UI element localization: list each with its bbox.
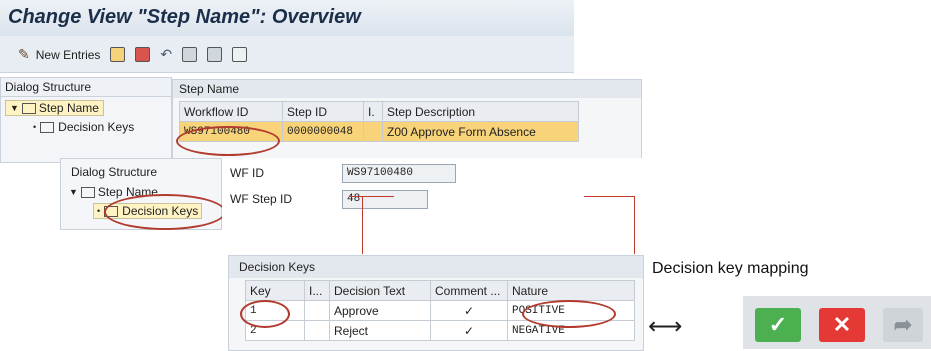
- table-title: Decision Keys: [229, 256, 643, 278]
- highlight-oval: [240, 300, 290, 328]
- workflow-fields: WF ID WS97100480 WF Step ID 48: [222, 158, 642, 252]
- pencil-glasses-icon: ✎: [18, 46, 30, 62]
- wf-id-field[interactable]: WS97100480: [342, 164, 456, 183]
- double-arrow-icon: ⟷: [648, 313, 683, 340]
- select-block-icon[interactable]: [207, 47, 223, 62]
- deselect-all-icon[interactable]: [232, 47, 248, 62]
- folder-icon: [21, 102, 36, 114]
- connector-line: [350, 196, 394, 197]
- column-header[interactable]: Nature: [507, 280, 635, 301]
- dialog-structure-title: Dialog Structure: [1, 78, 171, 97]
- wf-step-id-label: WF Step ID: [230, 192, 293, 206]
- copy-icon[interactable]: [110, 47, 126, 62]
- tree-item-step-name[interactable]: ▼ Step Name: [5, 100, 104, 116]
- folder-icon: [80, 186, 95, 198]
- expand-icon[interactable]: ▼: [10, 103, 19, 113]
- bullet-icon: •: [33, 122, 37, 132]
- table-title: Step Name: [173, 80, 641, 98]
- comment-checkbox[interactable]: ✓: [430, 300, 508, 321]
- mapping-label: Decision key mapping: [652, 260, 809, 277]
- step-description-cell[interactable]: Z00 Approve Form Absence: [382, 121, 579, 142]
- step-id-cell[interactable]: 0000000048: [282, 121, 364, 142]
- tree-item-label: Step Name: [38, 101, 99, 115]
- decision-text-cell[interactable]: Reject: [329, 320, 431, 341]
- bullet-icon: •: [97, 206, 101, 216]
- dialog-structure-title: Dialog Structure: [71, 165, 158, 179]
- page-title: Change View "Step Name": Overview: [8, 6, 361, 28]
- column-header[interactable]: Step ID: [282, 101, 364, 122]
- column-header[interactable]: Workflow ID: [179, 101, 283, 122]
- dialog-structure-1: Dialog Structure ▼ Step Name • Decision …: [0, 77, 172, 163]
- tree-item-decision-keys[interactable]: • Decision Keys: [33, 120, 134, 134]
- indicator-cell: [363, 121, 383, 142]
- decision-buttons: ✓ ✕ ➦: [743, 296, 931, 349]
- connector-line: [584, 196, 634, 197]
- new-entries-button[interactable]: ✎ New Entries: [18, 46, 100, 63]
- column-header[interactable]: Decision Text: [329, 280, 431, 301]
- column-header[interactable]: I.: [363, 101, 383, 122]
- connector-line: [362, 196, 363, 254]
- column-header[interactable]: I...: [304, 280, 330, 301]
- indicator-cell: [304, 300, 330, 321]
- comment-checkbox[interactable]: ✓: [430, 320, 508, 341]
- decision-text-cell[interactable]: Approve: [329, 300, 431, 321]
- new-entries-label: New Entries: [35, 47, 101, 62]
- toolbar: ✎ New Entries ↶: [0, 36, 574, 73]
- column-header[interactable]: Comment ...: [430, 280, 508, 301]
- connector-line: [634, 196, 635, 254]
- indicator-cell: [304, 320, 330, 341]
- delete-icon[interactable]: [135, 47, 151, 62]
- wf-step-id-field[interactable]: 48: [342, 190, 428, 209]
- title-bar: Change View "Step Name": Overview: [0, 0, 574, 36]
- undo-icon[interactable]: ↶: [160, 46, 172, 63]
- column-header[interactable]: Step Description: [382, 101, 579, 122]
- expand-icon[interactable]: ▼: [69, 187, 78, 197]
- column-header[interactable]: Key: [245, 280, 305, 301]
- reject-button[interactable]: ✕: [819, 308, 865, 342]
- forward-button[interactable]: ➦: [883, 308, 923, 342]
- tree-item-label: Decision Keys: [58, 120, 135, 134]
- highlight-oval: [176, 126, 280, 156]
- highlight-oval: [522, 300, 616, 328]
- highlight-oval: [104, 194, 226, 230]
- wf-id-label: WF ID: [230, 166, 264, 180]
- folder-icon: [40, 121, 55, 133]
- approve-button[interactable]: ✓: [755, 308, 801, 342]
- select-all-icon[interactable]: [182, 47, 198, 62]
